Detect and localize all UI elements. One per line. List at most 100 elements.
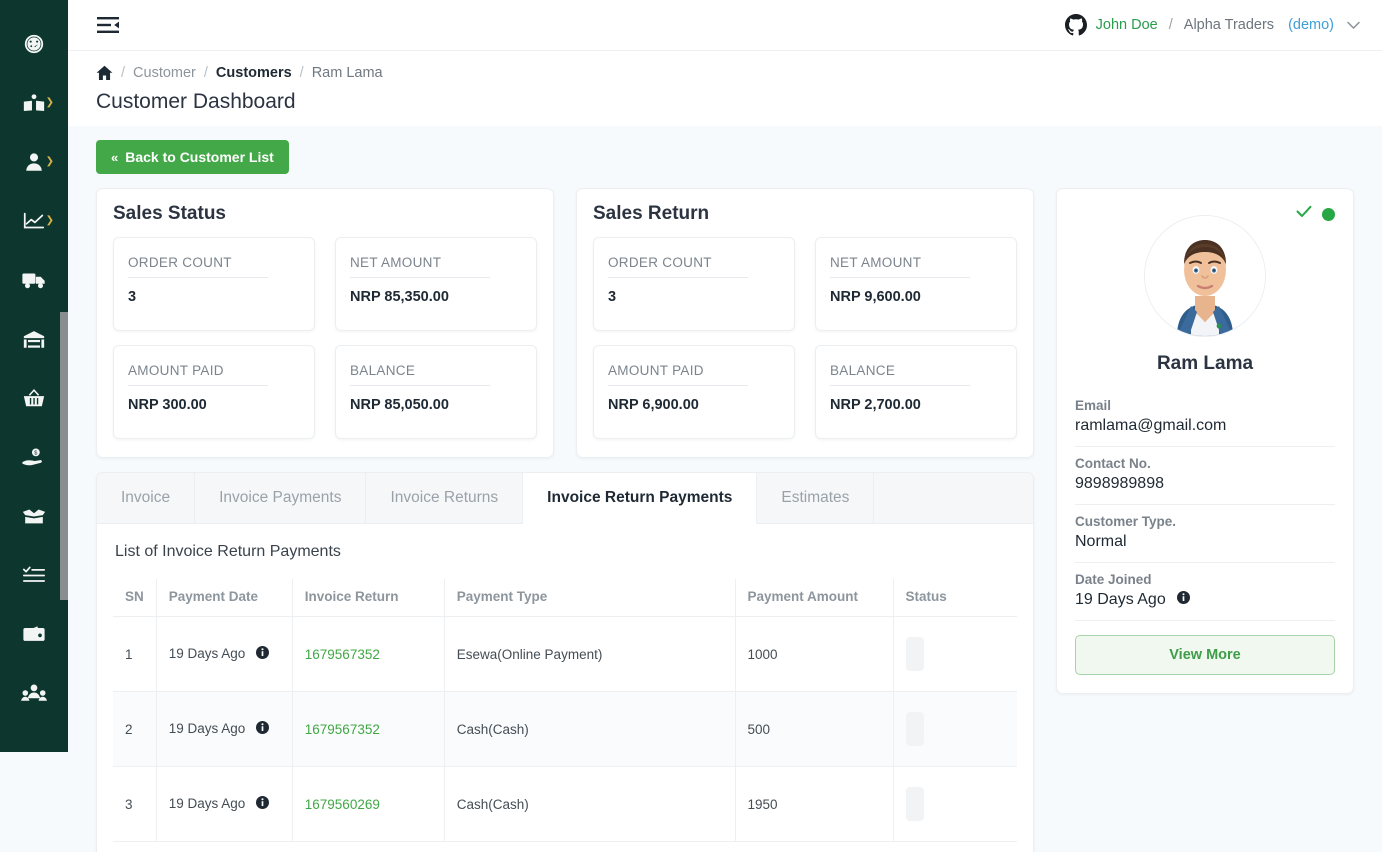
stat-value: NRP 300.00 xyxy=(128,397,207,413)
tab-panel: List of Invoice Return Payments SN Payme… xyxy=(97,524,1033,852)
status-placeholder xyxy=(905,637,924,671)
stat-label: BALANCE xyxy=(830,363,970,386)
table-header-row: SN Payment Date Invoice Return Payment T… xyxy=(113,579,1017,617)
stat-value: NRP 2,700.00 xyxy=(830,397,921,413)
user-account-menu[interactable]: John Doe / Alpha Traders (demo) xyxy=(1064,14,1360,36)
back-to-customer-list-button[interactable]: « Back to Customer List xyxy=(96,140,289,174)
check-icon xyxy=(1296,205,1312,223)
left-column: Sales Status ORDER COUNT 3 NET AMOUNT NR… xyxy=(96,188,1034,852)
stat-label: BALANCE xyxy=(350,363,490,386)
app-root: ❯ ❯ ❯ $ John Doe / Alpha Traders (demo) … xyxy=(0,0,1382,852)
payment-date-text: 19 Days Ago xyxy=(168,795,246,811)
cell-payment-type: Cash(Cash) xyxy=(444,691,736,767)
cell-payment-amount: 1000 xyxy=(735,616,894,692)
sidebar-item-payments[interactable]: $ xyxy=(0,427,68,486)
stat-value: 3 xyxy=(608,289,617,305)
info-circle-icon[interactable] xyxy=(1177,591,1191,609)
stat-card: NET AMOUNT NRP 9,600.00 xyxy=(815,237,1017,331)
home-icon[interactable] xyxy=(96,65,113,81)
stat-label: AMOUNT PAID xyxy=(128,363,268,386)
tab-invoice-payments[interactable]: Invoice Payments xyxy=(195,473,367,523)
org-mode-badge: (demo) xyxy=(1288,17,1334,33)
col-invoice-return: Invoice Return xyxy=(292,579,445,617)
page-title: Customer Dashboard xyxy=(96,90,296,113)
cell-payment-amount: 1950 xyxy=(735,766,894,842)
stat-label: ORDER COUNT xyxy=(608,255,748,278)
sidebar-item-catalog[interactable]: ❯ xyxy=(0,73,68,132)
tab-invoice[interactable]: Invoice xyxy=(97,473,196,523)
cell-payment-date: 19 Days Ago xyxy=(156,766,293,842)
breadcrumb: / Customer / Customers / Ram Lama xyxy=(96,65,1354,81)
main-region: John Doe / Alpha Traders (demo) / Custom… xyxy=(68,0,1382,852)
invoice-return-link[interactable]: 1679567352 xyxy=(305,647,380,662)
sidebar-item-customers[interactable]: ❯ xyxy=(0,132,68,191)
sales-return-grid: ORDER COUNT 3 NET AMOUNT NRP 9,600.00 AM… xyxy=(593,237,1017,439)
sidebar-item-list: ❯ ❯ ❯ $ xyxy=(0,0,68,722)
cell-payment-date: 19 Days Ago xyxy=(156,616,293,692)
status-placeholder xyxy=(905,787,924,821)
table-row[interactable]: 1 19 Days Ago 1679567352 Esewa(Online Pa… xyxy=(113,616,1017,692)
sidebar-item-inventory[interactable] xyxy=(0,486,68,545)
field-value: Normal xyxy=(1075,533,1127,550)
chevron-down-icon[interactable] xyxy=(1347,17,1360,33)
sidebar-item-warehouse[interactable] xyxy=(0,309,68,368)
breadcrumb-separator-2: / xyxy=(203,65,208,81)
invoice-return-link[interactable]: 1679560269 xyxy=(305,797,380,812)
wallet-icon xyxy=(22,624,46,644)
cell-sn: 3 xyxy=(113,766,157,842)
table-body: 1 19 Days Ago 1679567352 Esewa(Online Pa… xyxy=(113,616,1017,842)
user-name: John Doe xyxy=(1095,17,1158,33)
info-circle-icon[interactable] xyxy=(256,721,270,737)
tab-invoice-returns[interactable]: Invoice Returns xyxy=(366,473,524,523)
breadcrumb-item-customers[interactable]: Customers xyxy=(216,65,292,81)
customer-field-email: Email ramlama@gmail.com xyxy=(1075,389,1335,447)
sales-return-title: Sales Return xyxy=(593,203,710,224)
user-icon xyxy=(23,151,45,173)
tab-estimates[interactable]: Estimates xyxy=(757,473,875,523)
col-payment-type: Payment Type xyxy=(444,579,736,617)
breadcrumb-bar: / Customer / Customers / Ram Lama Custom… xyxy=(68,51,1382,126)
stat-card: BALANCE NRP 85,050.00 xyxy=(335,345,537,439)
summary-panels: Sales Status ORDER COUNT 3 NET AMOUNT NR… xyxy=(96,188,1034,458)
invoice-return-link[interactable]: 1679567352 xyxy=(305,722,380,737)
col-sn: SN xyxy=(113,579,157,617)
sidebar-item-reports[interactable]: ❯ xyxy=(0,191,68,250)
cell-sn: 2 xyxy=(113,691,157,767)
line-chart-icon xyxy=(22,210,46,232)
status-placeholder xyxy=(905,712,924,746)
field-value: ramlama@gmail.com xyxy=(1075,417,1227,434)
stat-card: NET AMOUNT NRP 85,350.00 xyxy=(335,237,537,331)
sidebar-item-tasks[interactable] xyxy=(0,545,68,604)
truck-icon xyxy=(21,269,47,291)
customer-profile-card: Ram Lama Email ramlama@gmail.com Contact… xyxy=(1056,188,1354,695)
field-value: 19 Days Ago xyxy=(1075,591,1166,609)
user-org-separator: / xyxy=(1168,17,1173,33)
table-row[interactable]: 3 19 Days Ago 1679560269 Cash(Cash) 1950 xyxy=(113,766,1017,842)
sidebar-item-purchase[interactable] xyxy=(0,368,68,427)
sidebar-item-wallet[interactable] xyxy=(0,604,68,663)
info-circle-icon[interactable] xyxy=(256,796,270,812)
stat-label: AMOUNT PAID xyxy=(608,363,748,386)
table-row[interactable]: 2 19 Days Ago 1679567352 Cash(Cash) 500 xyxy=(113,691,1017,767)
customer-status-indicators xyxy=(1296,205,1335,223)
dashboard-row: Sales Status ORDER COUNT 3 NET AMOUNT NR… xyxy=(96,188,1354,852)
people-group-icon xyxy=(21,682,47,704)
sidebar-scrollbar[interactable] xyxy=(60,312,68,600)
stat-value: NRP 85,350.00 xyxy=(350,289,449,305)
view-more-button[interactable]: View More xyxy=(1075,635,1335,676)
info-circle-icon[interactable] xyxy=(256,646,270,662)
sidebar-item-team[interactable] xyxy=(0,663,68,722)
sidebar-item-dashboard[interactable] xyxy=(0,14,68,73)
cell-status xyxy=(893,616,1017,692)
sidebar-item-delivery[interactable] xyxy=(0,250,68,309)
stat-label: ORDER COUNT xyxy=(128,255,268,278)
breadcrumb-item-customer[interactable]: Customer xyxy=(133,65,196,81)
top-bar: John Doe / Alpha Traders (demo) xyxy=(68,0,1382,51)
tab-invoice-return-payments[interactable]: Invoice Return Payments xyxy=(523,473,758,524)
cell-payment-amount: 500 xyxy=(735,691,894,767)
menu-fold-icon[interactable] xyxy=(96,14,122,36)
payment-date-text: 19 Days Ago xyxy=(168,645,246,661)
github-icon xyxy=(1064,14,1087,36)
stat-card: AMOUNT PAID NRP 300.00 xyxy=(113,345,315,439)
stat-label: NET AMOUNT xyxy=(830,255,970,278)
